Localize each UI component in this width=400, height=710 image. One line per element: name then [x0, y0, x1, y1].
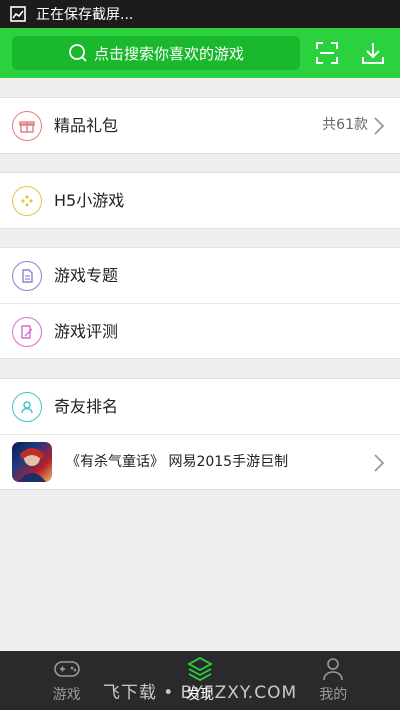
status-text: 正在保存截屏...: [36, 7, 134, 23]
top-bar: 点击搜索你喜欢的游戏: [0, 28, 400, 78]
list-item-promo-game[interactable]: 《有杀气童话》 网易2015手游巨制: [0, 434, 400, 489]
count-badge: 共61款: [322, 117, 368, 133]
download-button[interactable]: [360, 40, 386, 66]
tab-label: 游戏: [52, 687, 81, 703]
list-item-topics[interactable]: 游戏专题: [0, 248, 400, 303]
person-icon: [319, 656, 347, 682]
scan-icon: [316, 42, 338, 64]
group-content: 游戏专题 游戏评测: [0, 247, 400, 359]
screenshot-icon: [10, 6, 26, 22]
watermark: 飞下载 • BYFZXY.COM: [102, 683, 298, 703]
chevron-right-icon: [372, 453, 386, 473]
list-item-label: 奇友排名: [54, 397, 119, 416]
status-bar: 正在保存截屏...: [0, 0, 400, 28]
game-thumbnail: [12, 442, 52, 482]
list-item-gift-pack[interactable]: 精品礼包 共61款: [0, 98, 400, 153]
promo-text: 《有杀气童话》 网易2015手游巨制: [66, 453, 289, 470]
group-gift: 精品礼包 共61款: [0, 97, 400, 154]
scan-button[interactable]: [314, 40, 340, 66]
document-icon: [12, 261, 42, 291]
chevron-right-icon: [372, 116, 386, 136]
gift-icon: [12, 111, 42, 141]
list-item-label: 游戏专题: [54, 266, 119, 285]
list-item-label: H5小游戏: [54, 191, 125, 210]
search-icon: [68, 43, 88, 63]
search-placeholder: 点击搜索你喜欢的游戏: [93, 44, 244, 63]
user-icon: [12, 392, 42, 422]
list-item-h5-games[interactable]: H5小游戏: [0, 173, 400, 228]
list-item-reviews[interactable]: 游戏评测: [0, 303, 400, 358]
list-item-ranking[interactable]: 奇友排名: [0, 379, 400, 434]
edit-icon: [12, 317, 42, 347]
download-icon: [362, 43, 384, 64]
list-item-label: 精品礼包: [54, 116, 119, 135]
gamepad-icon: [12, 186, 42, 216]
gamepad-icon: [53, 656, 81, 682]
group-community: 奇友排名 《有杀气童话》 网易2015手游巨制: [0, 378, 400, 490]
search-bar[interactable]: 点击搜索你喜欢的游戏: [12, 36, 300, 70]
tab-label: 我的: [319, 687, 348, 703]
list-item-label: 游戏评测: [54, 322, 119, 341]
group-h5: H5小游戏: [0, 172, 400, 229]
